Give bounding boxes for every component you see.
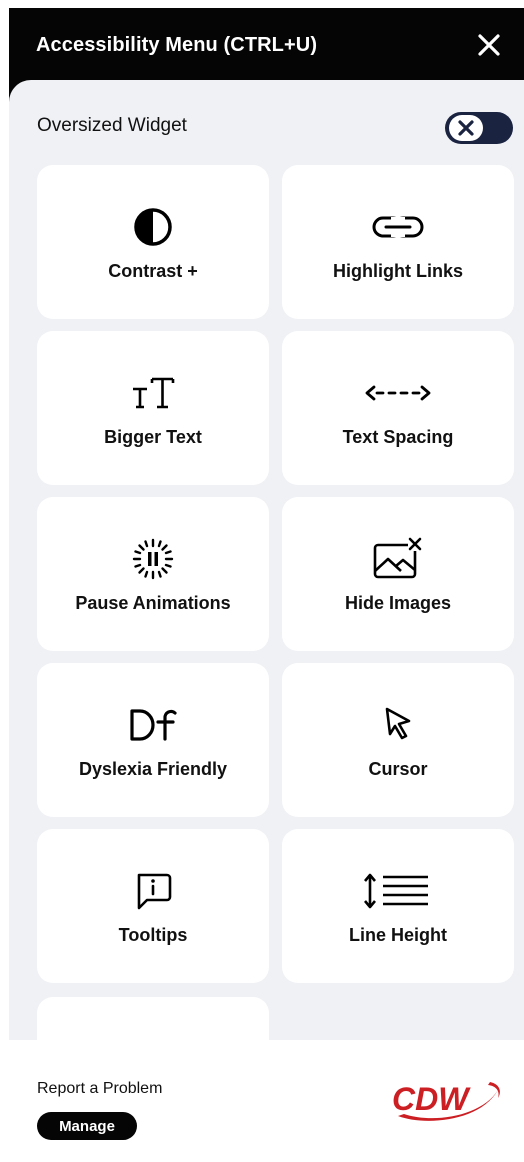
tooltip-icon	[137, 873, 172, 910]
tile-label: Text Spacing	[342, 427, 454, 447]
tile-line-height[interactable]: Line Height	[282, 829, 514, 983]
hide-images-icon	[373, 537, 422, 579]
tile-label: Line Height	[349, 925, 447, 945]
tile-label: Hide Images	[344, 593, 452, 613]
text-spacing-icon	[365, 385, 431, 401]
oversized-widget-label: Oversized Widget	[37, 115, 187, 136]
header-corner	[9, 80, 33, 104]
dyslexia-icon	[130, 709, 177, 741]
tile-hide-images[interactable]: Hide Images	[282, 497, 514, 651]
report-problem-link[interactable]: Report a Problem	[37, 1080, 162, 1098]
tile-label: Bigger Text	[104, 427, 202, 447]
tile-tooltips[interactable]: Tooltips	[37, 829, 269, 983]
line-height-icon	[364, 873, 428, 909]
close-icon	[478, 34, 500, 56]
tile-label: Pause Animations	[75, 593, 231, 613]
accessibility-panel: Accessibility Menu (CTRL+U) Oversized Wi…	[9, 8, 524, 1162]
link-icon	[372, 216, 424, 238]
panel-header: Accessibility Menu (CTRL+U)	[9, 8, 524, 80]
panel-title: Accessibility Menu (CTRL+U)	[36, 34, 318, 56]
cdw-logo-icon: CDW	[392, 1081, 500, 1121]
tile-label: Tooltips	[118, 925, 188, 945]
tile-dyslexia-friendly[interactable]: Dyslexia Friendly	[37, 663, 269, 817]
toggle-knob	[449, 115, 483, 141]
cursor-icon	[385, 707, 411, 740]
close-button[interactable]	[476, 32, 502, 58]
tile-cursor[interactable]: Cursor	[282, 663, 514, 817]
text-size-icon	[133, 377, 175, 409]
tile-highlight-links[interactable]: Highlight Links	[282, 165, 514, 319]
tile-label: Highlight Links	[333, 261, 463, 281]
tile-bigger-text[interactable]: Bigger Text	[37, 331, 269, 485]
tile-label: Cursor	[368, 759, 428, 779]
toggle-off-icon	[458, 120, 474, 136]
tile-text-spacing[interactable]: Text Spacing	[282, 331, 514, 485]
cdw-logo: CDW	[384, 1072, 504, 1135]
svg-text:CDW: CDW	[392, 1081, 471, 1117]
pause-animations-icon	[132, 538, 174, 580]
contrast-icon	[134, 208, 172, 246]
tile-label: Contrast +	[108, 261, 198, 281]
oversized-widget-toggle[interactable]	[445, 112, 513, 144]
tile-label: Dyslexia Friendly	[78, 759, 228, 779]
tile-pause-animations[interactable]: Pause Animations	[37, 497, 269, 651]
tile-contrast[interactable]: Contrast +	[37, 165, 269, 319]
panel-footer: Report a Problem Manage CDW	[9, 1040, 524, 1162]
manage-button[interactable]: Manage	[37, 1112, 137, 1140]
